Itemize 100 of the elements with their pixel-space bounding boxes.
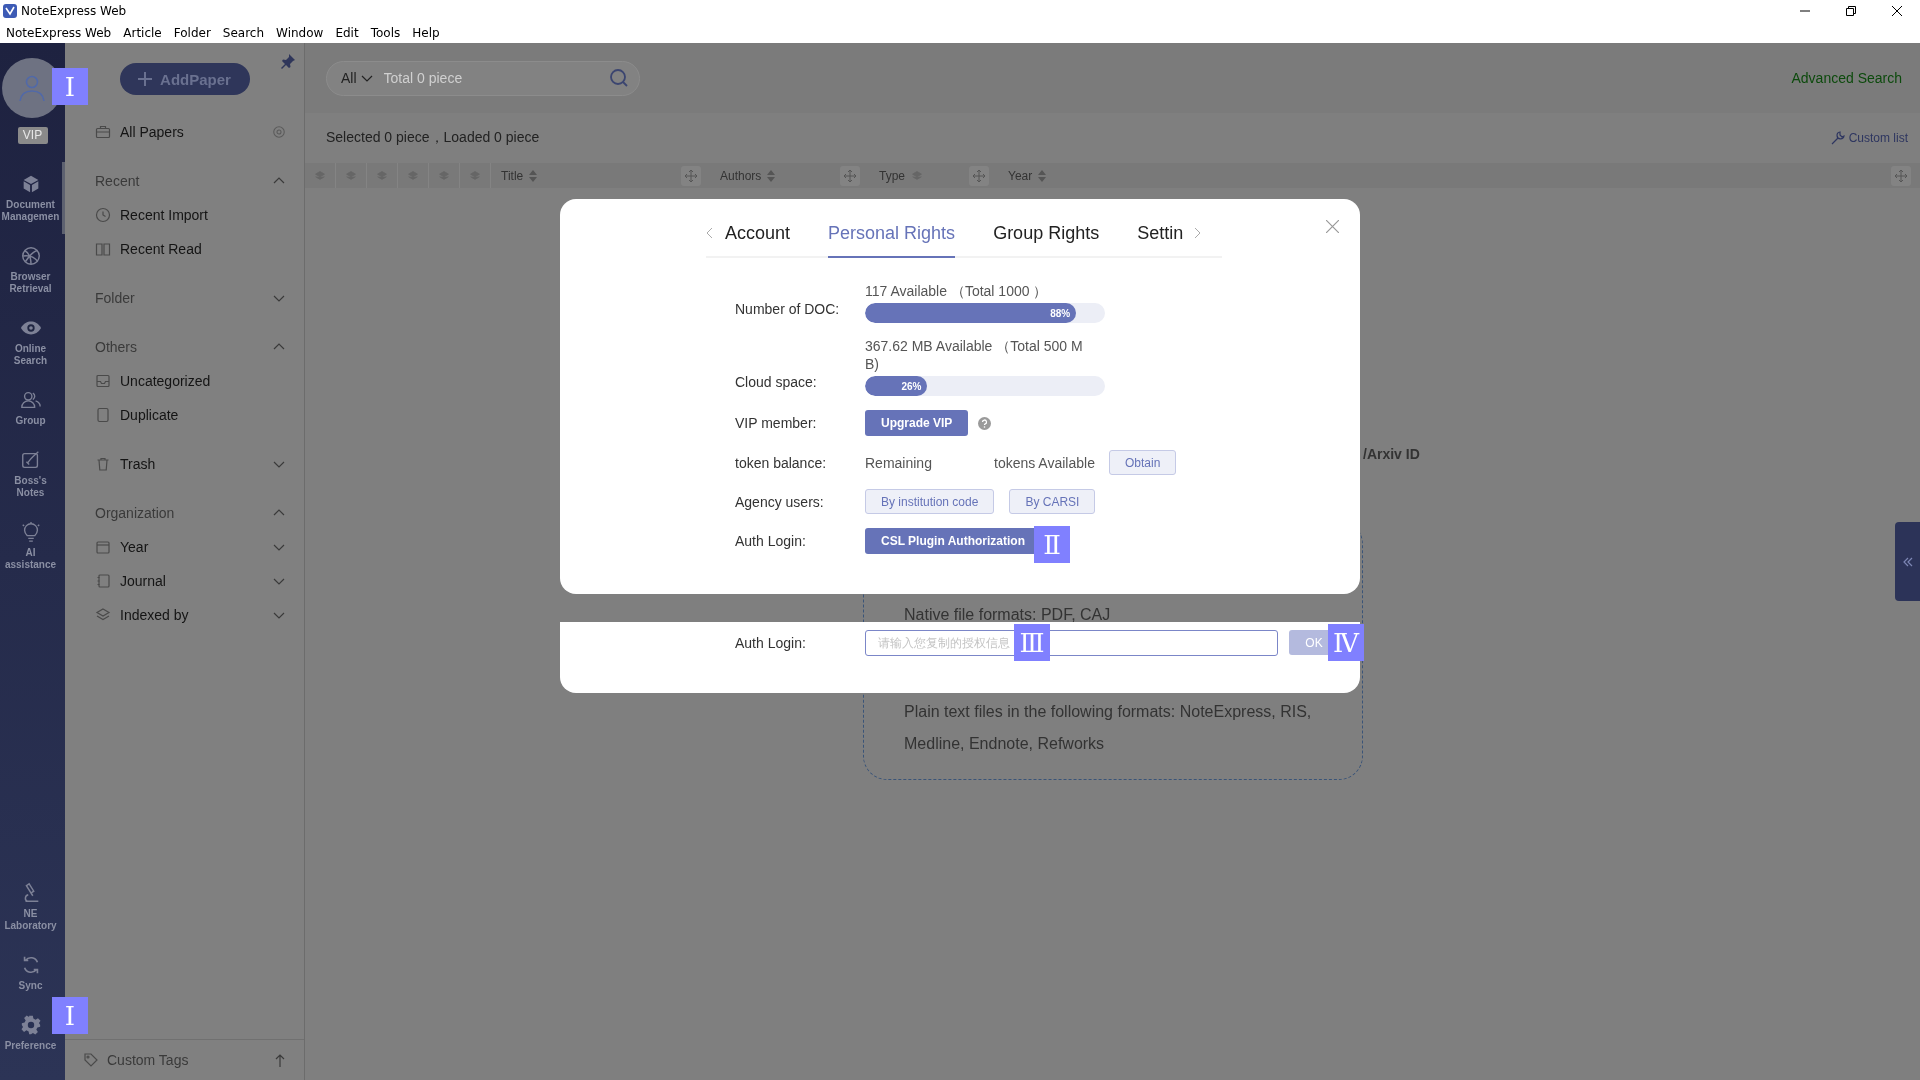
callout-tooltip: I <box>52 68 88 105</box>
menu-item[interactable]: Edit <box>329 25 365 40</box>
expand-panel-tab[interactable] <box>1895 522 1920 601</box>
menu-item[interactable]: Article <box>117 25 168 40</box>
move-icon <box>1895 169 1907 182</box>
add-paper-button[interactable]: AddPaper <box>119 63 250 95</box>
move-column-button[interactable] <box>681 165 701 186</box>
close-icon <box>1892 6 1902 16</box>
menu-item[interactable]: Search <box>216 25 271 40</box>
sidebar-item[interactable]: Indexed by <box>65 598 304 632</box>
format-note: Native file formats: PDF, CAJ <box>904 605 1112 625</box>
nav-rail-item[interactable]: Group <box>0 378 65 438</box>
clock-icon <box>95 207 111 223</box>
help-icon[interactable] <box>978 416 992 430</box>
quota-caption: 367.62 MB Available （Total 500 MB) <box>865 337 1084 373</box>
item-label: Trash <box>120 456 156 472</box>
item-label: Duplicate <box>120 407 179 423</box>
restore-icon <box>1846 6 1856 16</box>
nav-rail-item[interactable]: Boss's Notes <box>0 438 65 510</box>
layers-icon <box>95 607 111 623</box>
custom-tags-bar[interactable]: Custom Tags <box>65 1039 304 1080</box>
sidebar-item[interactable]: Year <box>65 530 304 564</box>
wrench-icon <box>1830 131 1845 145</box>
dialog-tab[interactable]: Account <box>725 210 791 258</box>
field-label: token balance: <box>735 454 828 471</box>
close-icon[interactable] <box>1326 220 1339 233</box>
menu-item[interactable]: NoteExpress Web <box>0 25 118 40</box>
trash-icon <box>95 456 111 472</box>
person-icon <box>17 73 47 103</box>
column-header[interactable]: Title <box>491 163 681 188</box>
chevron-right-icon[interactable] <box>1193 227 1202 239</box>
sidebar-item[interactable]: Recent Import <box>65 198 304 232</box>
nav-rail-item[interactable]: Online Search <box>0 306 65 378</box>
sidebar-item[interactable]: All Papers <box>65 115 304 149</box>
page-icon <box>95 407 111 423</box>
callout-tooltip: Ⅲ <box>1014 624 1050 661</box>
field-label: Auth Login: <box>735 634 807 653</box>
format-note: Plain text files in the following formats: NoteExpress, RIS, Medline, Endnote, Refworks <box>904 702 1313 754</box>
move-column-button[interactable] <box>1891 165 1911 186</box>
sort-icon <box>529 169 538 182</box>
callout-tooltip: Ⅱ <box>1034 526 1070 563</box>
dialog-tab[interactable]: Group Rights <box>993 210 1100 258</box>
scope-dropdown[interactable]: All <box>341 70 374 86</box>
settings-icon[interactable] <box>272 125 286 139</box>
section-header[interactable]: Organization <box>65 496 304 530</box>
dialog-tab[interactable]: Settin <box>1137 210 1184 258</box>
pin-icon[interactable] <box>280 53 296 69</box>
plus-icon <box>138 72 153 86</box>
chevron-left-icon[interactable] <box>706 227 714 239</box>
move-icon <box>685 169 697 182</box>
sidebar-item[interactable]: Duplicate <box>65 398 304 432</box>
selection-status: Selected 0 piece，Loaded 0 piece <box>326 129 540 147</box>
section-header[interactable]: Recent <box>65 164 304 198</box>
move-icon <box>973 169 985 182</box>
sidebar-item[interactable]: Trash <box>65 447 304 481</box>
search-input[interactable]: Total 0 piece <box>381 69 601 87</box>
menu-item[interactable]: Tools <box>364 25 407 40</box>
column-header[interactable]: Year <box>998 163 1891 188</box>
menu-item[interactable]: Window <box>270 25 330 40</box>
sort-icon <box>767 169 776 182</box>
nav-rail-item[interactable]: AI assistance <box>0 510 65 582</box>
people-icon <box>19 389 42 411</box>
sidebar-item[interactable]: Recent Read <box>65 232 304 266</box>
agency-login-button[interactable]: By CARSI <box>1009 489 1096 514</box>
vip-badge: VIP <box>17 127 48 144</box>
sidebar-item[interactable]: Uncategorized <box>65 364 304 398</box>
item-label: Recent Import <box>120 207 208 223</box>
callout-tooltip: I <box>52 997 88 1034</box>
obtain-button[interactable]: Obtain <box>1109 450 1177 475</box>
column-header[interactable]: Type <box>869 163 969 188</box>
dialog-tab[interactable]: Personal Rights <box>828 210 956 258</box>
sort-icon <box>1038 169 1047 182</box>
move-column-button[interactable] <box>969 165 989 186</box>
column-header[interactable]: Authors <box>710 163 840 188</box>
agency-login-button[interactable]: By institution code <box>865 489 995 514</box>
search-icon[interactable] <box>609 68 629 88</box>
section-title: Recent <box>95 173 140 189</box>
menu-item[interactable]: Folder <box>167 25 217 40</box>
advanced-search-link[interactable]: Advanced Search <box>1791 70 1902 86</box>
custom-list-button[interactable]: Custom list <box>1830 131 1908 145</box>
app-logo-icon <box>3 4 17 18</box>
sidebar-item[interactable]: Journal <box>65 564 304 598</box>
section-title: Others <box>95 339 137 355</box>
field-label: Cloud space: <box>735 374 818 390</box>
section-header[interactable]: Folder <box>65 281 304 315</box>
drop-hint-text: /Arxiv ID <box>1363 446 1420 462</box>
action-button[interactable]: Upgrade VIP <box>865 410 969 436</box>
search-field[interactable]: All Total 0 piece <box>326 60 640 96</box>
field-label: Agency users: <box>735 493 825 510</box>
section-header[interactable]: Others <box>65 330 304 364</box>
move-column-button[interactable] <box>840 165 860 186</box>
section-title: Folder <box>95 290 135 306</box>
token-remaining: Remaining <box>865 454 933 471</box>
menu-item[interactable]: Help <box>406 25 446 40</box>
field-label: VIP member: <box>735 415 818 431</box>
nav-rail-item[interactable]: Document Managemen <box>0 162 65 234</box>
nav-rail-item[interactable]: Browser Retrieval <box>0 234 65 306</box>
tray-icon <box>95 373 111 389</box>
item-label: Indexed by <box>120 607 189 623</box>
nav-rail-item[interactable]: NE Laboratory <box>0 871 65 943</box>
